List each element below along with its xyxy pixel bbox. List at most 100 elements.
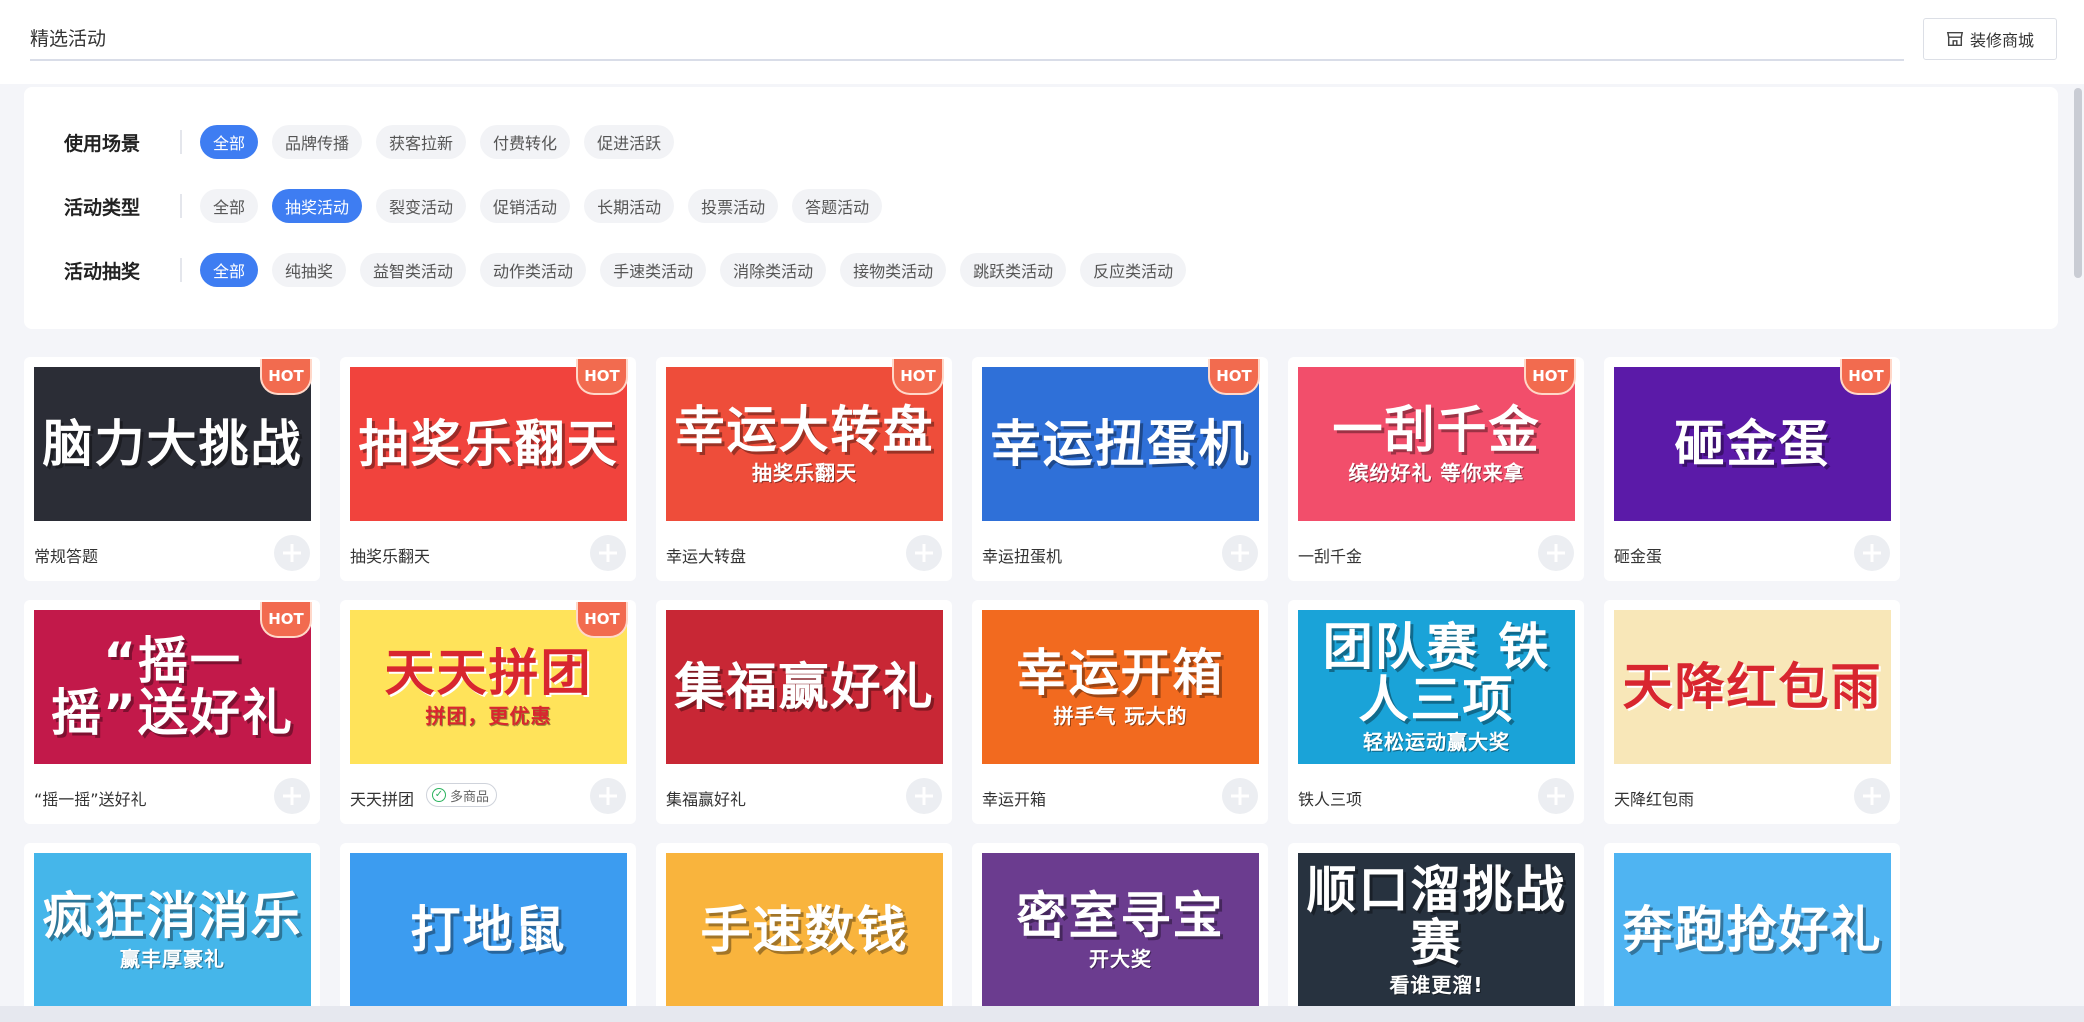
activity-card[interactable]: 打地鼠: [340, 843, 636, 1022]
activity-thumbnail[interactable]: 幸运开箱 拼手气 玩大的: [982, 610, 1259, 764]
filter-chip[interactable]: 品牌传播: [272, 125, 363, 159]
activity-card[interactable]: 幸运扭蛋机 HOT 幸运扭蛋机: [972, 357, 1268, 581]
filter-chip[interactable]: 促进活跃: [584, 125, 675, 159]
activity-title: 抽奖乐翻天: [350, 547, 431, 566]
hot-badge: HOT: [260, 359, 312, 395]
filter-chip[interactable]: 接物类活动: [840, 253, 947, 287]
add-activity-button[interactable]: [274, 778, 310, 814]
filter-chip[interactable]: 纯抽奖: [272, 253, 347, 287]
activity-thumbnail[interactable]: 打地鼠: [350, 853, 627, 1007]
activity-card[interactable]: 天降红包雨 天降红包雨: [1604, 600, 1900, 824]
add-activity-button[interactable]: [906, 778, 942, 814]
activity-card[interactable]: 疯狂消消乐 赢丰厚豪礼: [24, 843, 320, 1022]
title-divider: [30, 59, 1904, 61]
filter-chip[interactable]: 动作类活动: [480, 253, 587, 287]
filter-chip[interactable]: 全部: [200, 253, 259, 287]
activity-title: 铁人三项: [1298, 790, 1363, 809]
filter-chip[interactable]: 裂变活动: [376, 189, 467, 223]
activity-card[interactable]: 奔跑抢好礼: [1604, 843, 1900, 1022]
thumbnail-art-text: 密室寻宝: [1016, 887, 1225, 946]
hot-badge: HOT: [260, 602, 312, 638]
filter-chip[interactable]: 获客拉新: [376, 125, 467, 159]
activity-card[interactable]: 手速数钱: [656, 843, 952, 1022]
hot-badge: HOT: [576, 359, 628, 395]
thumbnail-subtitle: 拼团，更优惠: [425, 703, 552, 728]
filter-chip[interactable]: 手速类活动: [600, 253, 707, 287]
thumbnail-art-text: 打地鼠: [410, 900, 567, 959]
filter-chip[interactable]: 跳跃类活动: [960, 253, 1067, 287]
hot-badge: HOT: [892, 359, 944, 395]
hot-badge: HOT: [1840, 359, 1892, 395]
decorate-mall-button[interactable]: 装修商城: [1923, 18, 2057, 60]
filter-chip[interactable]: 投票活动: [688, 189, 779, 223]
add-activity-button[interactable]: [274, 535, 310, 571]
activity-title: “摇一摇”送好礼: [34, 790, 147, 809]
thumbnail-subtitle: 缤纷好礼 等你来拿: [1348, 460, 1525, 485]
filter-chip[interactable]: 答题活动: [792, 189, 883, 223]
activity-thumbnail[interactable]: 疯狂消消乐 赢丰厚豪礼: [34, 853, 311, 1007]
filter-label-lottery: 活动抽奖: [64, 260, 141, 283]
activity-thumbnail[interactable]: 顺口溜挑战赛 看谁更溜!: [1298, 853, 1575, 1007]
activity-title: 天降红包雨: [1614, 790, 1695, 809]
add-activity-button[interactable]: [590, 535, 626, 571]
activity-card[interactable]: 密室寻宝 开大奖: [972, 843, 1268, 1022]
store-icon: [1946, 31, 1964, 47]
top-bar: 精选活动 装修商城: [0, 0, 2084, 84]
thumbnail-art-text: “摇一摇”送好礼: [51, 631, 294, 742]
activity-card[interactable]: 天天拼团 拼团，更优惠 HOT 天天拼团 ✓ 多商品: [340, 600, 636, 824]
thumbnail-art-text: 幸运大转盘: [674, 401, 935, 460]
activity-thumbnail[interactable]: 集福赢好礼: [666, 610, 943, 764]
hot-badge: HOT: [1524, 359, 1576, 395]
add-activity-button[interactable]: [590, 778, 626, 814]
scrollbar[interactable]: [2074, 88, 2082, 278]
filter-chip[interactable]: 消除类活动: [720, 253, 827, 287]
thumbnail-subtitle: 赢丰厚豪礼: [120, 946, 225, 971]
activity-card[interactable]: 顺口溜挑战赛 看谁更溜!: [1288, 843, 1584, 1022]
thumbnail-art-text: 幸运开箱: [1016, 644, 1225, 703]
activity-card[interactable]: 抽奖乐翻天 HOT 抽奖乐翻天: [340, 357, 636, 581]
activity-card[interactable]: 幸运开箱 拼手气 玩大的 幸运开箱: [972, 600, 1268, 824]
activity-card[interactable]: 团队赛 铁人三项 轻松运动赢大奖铁人三项: [1288, 600, 1584, 824]
thumbnail-art-text: 集福赢好礼: [674, 657, 935, 716]
add-activity-button[interactable]: [1222, 535, 1258, 571]
filter-chip[interactable]: 付费转化: [480, 125, 571, 159]
thumbnail-subtitle: 看谁更溜!: [1389, 973, 1484, 997]
thumbnail-art-text: 疯狂消消乐: [42, 887, 303, 946]
thumbnail-subtitle: 轻松运动赢大奖: [1363, 730, 1510, 754]
filter-chip[interactable]: 全部: [200, 189, 259, 223]
activity-card[interactable]: 一刮千金 缤纷好礼 等你来拿 HOT 一刮千金: [1288, 357, 1584, 581]
activity-thumbnail[interactable]: 天降红包雨: [1614, 610, 1891, 764]
activity-thumbnail[interactable]: 手速数钱: [666, 853, 943, 1007]
activity-thumbnail[interactable]: 奔跑抢好礼: [1614, 853, 1891, 1007]
activity-title: 一刮千金: [1298, 547, 1363, 566]
activity-card[interactable]: “摇一摇”送好礼 HOT “摇一摇”送好礼: [24, 600, 320, 824]
activity-card[interactable]: 幸运大转盘 抽奖乐翻天 HOT 幸运大转盘: [656, 357, 952, 581]
activity-title: 砸金蛋: [1614, 547, 1663, 566]
tag-label: 多商品: [450, 789, 490, 805]
filter-chip[interactable]: 反应类活动: [1080, 253, 1187, 287]
filter-chip[interactable]: 抽奖活动: [272, 189, 363, 223]
filter-chip[interactable]: 长期活动: [584, 189, 675, 223]
thumbnail-art-text: 抽奖乐翻天: [358, 414, 619, 473]
activity-card[interactable]: 集福赢好礼 集福赢好礼: [656, 600, 952, 824]
thumbnail-art-text: 顺口溜挑战赛: [1306, 861, 1567, 972]
activity-card[interactable]: 砸金蛋 HOT 砸金蛋: [1604, 357, 1900, 581]
add-activity-button[interactable]: [906, 535, 942, 571]
bottom-bar: [0, 1006, 2084, 1022]
add-activity-button[interactable]: [1222, 778, 1258, 814]
add-activity-button[interactable]: [1854, 535, 1890, 571]
add-activity-button[interactable]: [1538, 535, 1574, 571]
filter-chip[interactable]: 全部: [200, 125, 259, 159]
activity-thumbnail[interactable]: 密室寻宝 开大奖: [982, 853, 1259, 1007]
add-activity-button[interactable]: [1538, 778, 1574, 814]
filter-chip[interactable]: 益智类活动: [360, 253, 467, 287]
thumbnail-art-text: 砸金蛋: [1674, 414, 1831, 473]
activity-title: 集福赢好礼: [666, 790, 747, 809]
thumbnail-art-text: 手速数钱: [700, 900, 909, 959]
filter-chip[interactable]: 促销活动: [480, 189, 571, 223]
hot-badge: HOT: [1208, 359, 1260, 395]
activity-card[interactable]: 脑力大挑战 HOT 常规答题: [24, 357, 320, 581]
activity-thumbnail[interactable]: 团队赛 铁人三项 轻松运动赢大奖: [1298, 610, 1575, 764]
add-activity-button[interactable]: [1854, 778, 1890, 814]
check-circle-icon: ✓: [432, 788, 446, 802]
